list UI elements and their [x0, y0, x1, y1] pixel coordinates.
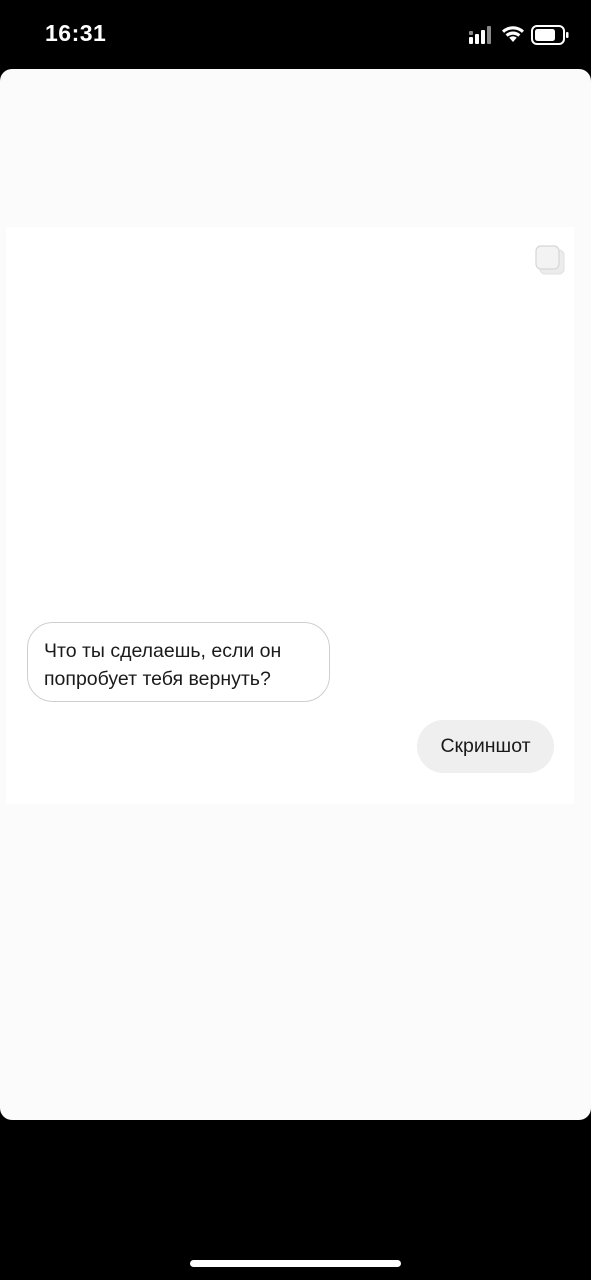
status-icons	[469, 23, 569, 47]
outgoing-message-bubble: Скриншот	[417, 720, 554, 773]
wifi-icon	[502, 26, 524, 42]
cellular-signal-icon	[469, 26, 491, 44]
chat-card: Что ты сделаешь, если он попробует тебя …	[6, 227, 574, 804]
incoming-message-bubble: Что ты сделаешь, если он попробует тебя …	[27, 622, 330, 702]
copy-icon	[535, 245, 565, 275]
status-time: 16:31	[45, 20, 107, 46]
status-bar: 16:31	[0, 0, 591, 70]
battery-icon	[531, 25, 569, 45]
incoming-message-line: Что ты сделаешь, если он	[44, 640, 282, 662]
home-indicator[interactable]	[190, 1260, 401, 1267]
incoming-message-line: попробует тебя вернуть?	[44, 668, 271, 690]
copy-button[interactable]	[534, 244, 566, 276]
chat-sheet: Что ты сделаешь, если он попробует тебя …	[0, 69, 591, 1120]
